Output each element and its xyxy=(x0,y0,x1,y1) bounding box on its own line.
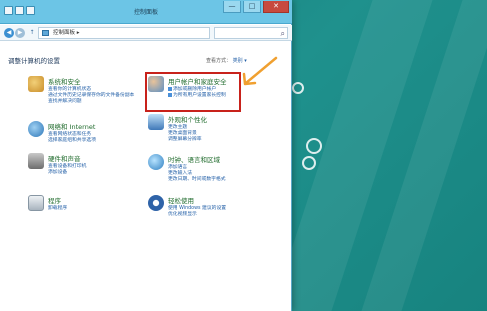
control-panel-window: 控制面板 — □ ✕ ◀ ▶ ↑ 控制面板 ▸ ⌕ 调整计算机的设置 查看方式：… xyxy=(0,0,292,311)
window-controls: — □ ✕ xyxy=(223,1,289,13)
control-panel-icon xyxy=(42,30,49,36)
search-input[interactable]: ⌕ xyxy=(214,27,288,39)
programs-icon xyxy=(28,195,44,211)
page-heading: 调整计算机的设置 xyxy=(8,57,60,65)
category-appearance: 外观和个性化 更改主题 更改桌面背景 调整屏幕分辨率 xyxy=(148,114,258,144)
up-arrow-icon[interactable]: ↑ xyxy=(27,28,37,38)
category-network-internet: 网络和 Internet 查看网络状态和任务 选择家庭组和共享选项 xyxy=(28,121,140,145)
desktop-circle xyxy=(302,156,316,170)
category-system-security: 系统和安全 查看你的计算机状态 通过文件历史记录保存你的文件备份副本 查找并解决… xyxy=(28,76,140,106)
forward-arrow-icon[interactable]: ▶ xyxy=(15,28,25,38)
category-link[interactable]: 查找并解决问题 xyxy=(48,97,82,104)
view-by-label: 查看方式： xyxy=(206,58,232,64)
network-globe-icon xyxy=(28,121,44,137)
title-bar[interactable]: 控制面板 — □ ✕ xyxy=(0,0,292,24)
desktop-circle xyxy=(306,138,322,154)
printer-icon xyxy=(28,153,44,169)
category-link[interactable]: 选择家庭组和共享选项 xyxy=(48,136,96,143)
desktop-background xyxy=(271,0,487,311)
maximize-button[interactable]: □ xyxy=(243,1,261,13)
minimize-button[interactable]: — xyxy=(223,1,241,13)
desktop-circle xyxy=(292,82,304,94)
address-path-field[interactable]: 控制面板 ▸ xyxy=(38,27,210,39)
category-link[interactable]: 优化视频显示 xyxy=(168,210,197,217)
category-link[interactable]: 更改日期、时间或数字格式 xyxy=(168,175,226,182)
back-arrow-icon[interactable]: ◀ xyxy=(4,28,14,38)
category-programs: 程序 卸载程序 xyxy=(28,195,140,215)
category-hardware-sound: 硬件和声音 查看设备和打印机 添加设备 xyxy=(28,153,140,177)
display-icon xyxy=(148,114,164,130)
shield-icon xyxy=(28,76,44,92)
clock-globe-icon xyxy=(148,154,164,170)
category-link[interactable]: 卸载程序 xyxy=(48,204,67,211)
category-link[interactable]: 调整屏幕分辨率 xyxy=(168,135,202,142)
category-ease-of-access: 轻松使用 使用 Windows 建议的设置 优化视频显示 xyxy=(148,195,258,219)
address-bar: ◀ ▶ ↑ 控制面板 ▸ ⌕ xyxy=(0,25,292,41)
ease-of-access-icon xyxy=(148,195,164,211)
annotation-arrow-icon xyxy=(242,56,278,86)
category-link[interactable]: 添加设备 xyxy=(48,168,67,175)
highlight-box xyxy=(145,72,241,112)
address-path-text: 控制面板 ▸ xyxy=(53,30,80,36)
close-button[interactable]: ✕ xyxy=(263,1,289,13)
search-icon[interactable]: ⌕ xyxy=(281,28,285,39)
category-clock-language-region: 时钟、语言和区域 添加语言 更改输入法 更改日期、时间或数字格式 xyxy=(148,154,258,184)
